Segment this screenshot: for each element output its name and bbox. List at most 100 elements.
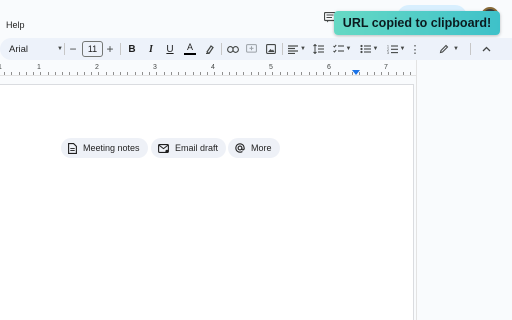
ruler-tick (11, 72, 12, 75)
ruler-tick (388, 72, 389, 75)
increase-font-size-button[interactable]: + (105, 38, 115, 60)
ruler-tick (113, 72, 114, 75)
clipboard-toast: URL copied to clipboard! (334, 11, 500, 35)
text-color-swatch (184, 53, 196, 55)
ruler-tick (272, 72, 273, 75)
ruler-tick (19, 72, 20, 75)
ruler-tick (367, 72, 368, 75)
chip-label: Email draft (175, 143, 219, 153)
ruler-tick (301, 72, 302, 75)
text-color-letter: A (186, 42, 193, 52)
chip-label: Meeting notes (83, 143, 140, 153)
ruler-tick (156, 72, 157, 75)
ruler-tick (374, 72, 375, 75)
ruler-tick (381, 72, 382, 75)
ruler-tick (127, 72, 128, 75)
ruler-tick (33, 72, 34, 75)
ruler-tick (345, 72, 346, 75)
editing-mode-button[interactable]: ▼ (436, 38, 462, 60)
ruler-tick (222, 72, 223, 75)
more-chip[interactable]: More (228, 138, 280, 158)
ruler-tick (214, 72, 215, 75)
ruler-tick (243, 72, 244, 75)
ruler-tick (316, 72, 317, 75)
line-spacing-icon[interactable] (312, 38, 325, 60)
ruler-tick (178, 72, 179, 75)
ruler-tick (294, 72, 295, 75)
ruler-tick (200, 72, 201, 75)
ruler-tick (236, 72, 237, 75)
ruler-tick (106, 72, 107, 75)
email-draft-chip[interactable]: Email draft (151, 138, 227, 158)
font-size-input[interactable]: 11 (82, 41, 103, 57)
at-sign-icon (235, 143, 245, 153)
ruler-tick (142, 72, 143, 75)
ruler-tick (287, 72, 288, 75)
highlight-icon[interactable] (204, 38, 216, 60)
ruler-tick (84, 72, 85, 75)
ruler-tick (55, 72, 56, 75)
ruler-number: 1 (0, 64, 2, 71)
numbered-list-button[interactable]: 123 ▼ (385, 38, 407, 60)
ruler-tick (323, 72, 324, 75)
svg-text:3: 3 (387, 51, 389, 54)
bulleted-list-button[interactable]: ▼ (358, 38, 380, 60)
ruler-tick (77, 72, 78, 75)
caret-down-icon: ▼ (345, 46, 352, 52)
formatting-toolbar: Arial ▼ − 11 + B I U A ▼ ▼ ▼ 123 ▼ ⋮ ▼ (0, 38, 512, 60)
insert-image-icon[interactable] (264, 38, 277, 60)
ruler-tick (91, 72, 92, 75)
more-options-icon[interactable]: ⋮ (410, 38, 421, 60)
collapse-menus-icon[interactable] (479, 38, 493, 60)
add-comment-icon[interactable] (245, 38, 258, 60)
italic-button[interactable]: I (145, 38, 157, 60)
ruler-tick (69, 72, 70, 75)
ruler-tick (164, 72, 165, 75)
menu-help[interactable]: Help (6, 20, 25, 30)
chip-label: More (251, 143, 272, 153)
link-icon[interactable] (226, 38, 239, 60)
ruler-tick (352, 72, 353, 75)
ruler-tick (62, 72, 63, 75)
ruler-tick (396, 72, 397, 75)
ruler-tick (251, 72, 252, 75)
ruler-tick (185, 72, 186, 75)
ruler-tick (359, 72, 360, 75)
horizontal-ruler[interactable]: 1 1 2 3 4 5 6 7 (0, 63, 416, 76)
side-panel-area (416, 60, 512, 320)
text-color-button[interactable]: A (183, 38, 197, 60)
checklist-button[interactable]: ▼ (331, 38, 353, 60)
meeting-notes-chip[interactable]: Meeting notes (61, 138, 148, 158)
email-icon (158, 143, 169, 153)
font-family-select[interactable]: Arial ▼ (9, 38, 63, 60)
ruler-tick (207, 72, 208, 75)
ruler-tick (120, 72, 121, 75)
ruler-tick (309, 72, 310, 75)
ruler-tick (403, 72, 404, 75)
ruler-tick (410, 72, 411, 75)
ruler-tick (26, 72, 27, 75)
ruler-number: 2 (95, 64, 99, 71)
bold-button[interactable]: B (126, 38, 138, 60)
decrease-font-size-button[interactable]: − (68, 38, 78, 60)
document-page[interactable] (0, 84, 414, 320)
toolbar-divider (221, 43, 222, 55)
toolbar-divider (282, 43, 283, 55)
caret-down-icon: ▼ (57, 46, 63, 52)
align-button[interactable]: ▼ (287, 38, 307, 60)
ruler-number: 4 (211, 64, 215, 71)
underline-button[interactable]: U (164, 38, 176, 60)
caret-down-icon: ▼ (399, 46, 406, 52)
ruler-tick (265, 72, 266, 75)
ruler-tick (280, 72, 281, 75)
ruler-number: 5 (269, 64, 273, 71)
ruler-tick (149, 72, 150, 75)
ruler-tick (229, 72, 230, 75)
ruler-number: 6 (327, 64, 331, 71)
ruler-tick (171, 72, 172, 75)
ruler-number: 1 (37, 64, 41, 71)
font-family-value: Arial (9, 43, 29, 55)
toolbar-divider (470, 43, 471, 55)
ruler-tick (338, 72, 339, 75)
caret-down-icon: ▼ (300, 46, 306, 52)
